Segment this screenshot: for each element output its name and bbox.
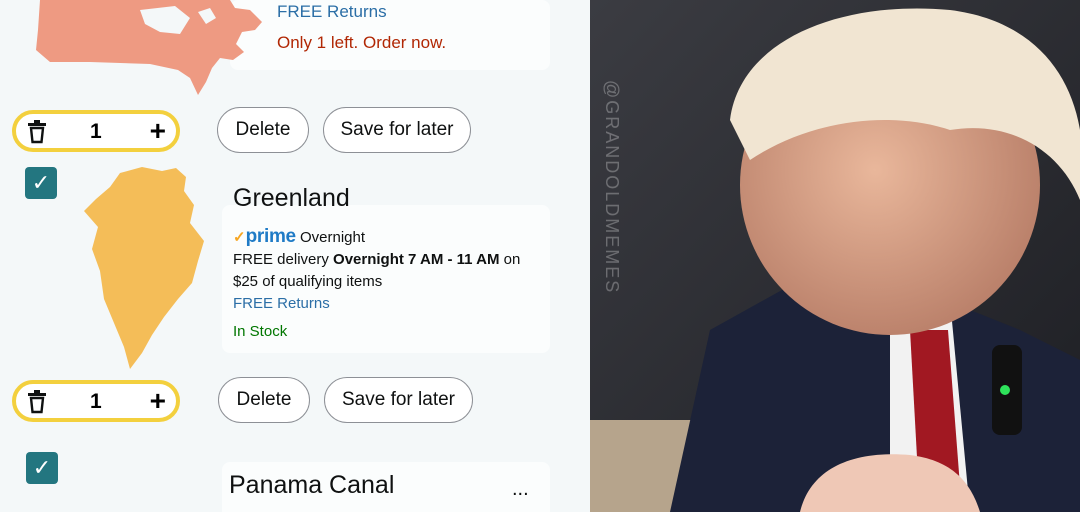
prime-speed: Overnight [300,229,366,246]
greenland-map-image [84,167,204,369]
panama-title[interactable]: Panama Canal [229,471,394,500]
delivery-window: Overnight 7 AM - 11 AM [333,251,500,268]
delivery-line-1: FREE delivery Overnight 7 AM - 11 AM on [233,251,520,268]
save-for-later-button-1[interactable]: Save for later [323,107,471,153]
prime-logo: prime [245,226,297,247]
prime-check-icon: ✓ [233,229,246,246]
cart-panel: FREE Returns Only 1 left. Order now. 1 +… [0,0,590,512]
delete-button-1[interactable]: Delete [217,107,309,153]
save-for-later-button-2[interactable]: Save for later [324,377,473,423]
stock-status: In Stock [233,323,288,340]
quantity-stepper-1: 1 + [12,110,180,152]
screenshot: FREE Returns Only 1 left. Order now. 1 +… [0,0,1080,512]
delete-button-2[interactable]: Delete [218,377,310,423]
plus-icon[interactable]: + [150,387,166,415]
canada-free-returns[interactable]: FREE Returns [277,2,387,22]
delivery-prefix: FREE delivery [233,251,334,268]
greenland-free-returns[interactable]: FREE Returns [233,295,330,312]
watermark-text: @GRANDOLDMEMES [602,80,622,295]
quantity-value: 1 [90,120,102,143]
delivery-suffix: on [499,251,521,268]
canada-map-image [36,0,262,95]
trash-icon[interactable] [26,390,48,414]
delivery-line-2: $25 of qualifying items [233,273,383,290]
quantity-stepper-2: 1 + [12,380,180,422]
plus-icon[interactable]: + [150,117,166,145]
trash-icon[interactable] [26,120,48,144]
photo-image [590,0,1080,512]
photo-panel [590,0,1080,512]
quantity-value: 1 [90,390,102,413]
greenland-title[interactable]: Greenland [233,184,350,213]
canada-stock-warning: Only 1 left. Order now. [277,33,447,52]
checkbox-panama[interactable]: ✓ [26,452,58,484]
more-options-icon[interactable]: ... [512,478,529,501]
checkbox-greenland[interactable]: ✓ [25,167,57,199]
prime-line: ✓prime Overnight [233,226,365,248]
